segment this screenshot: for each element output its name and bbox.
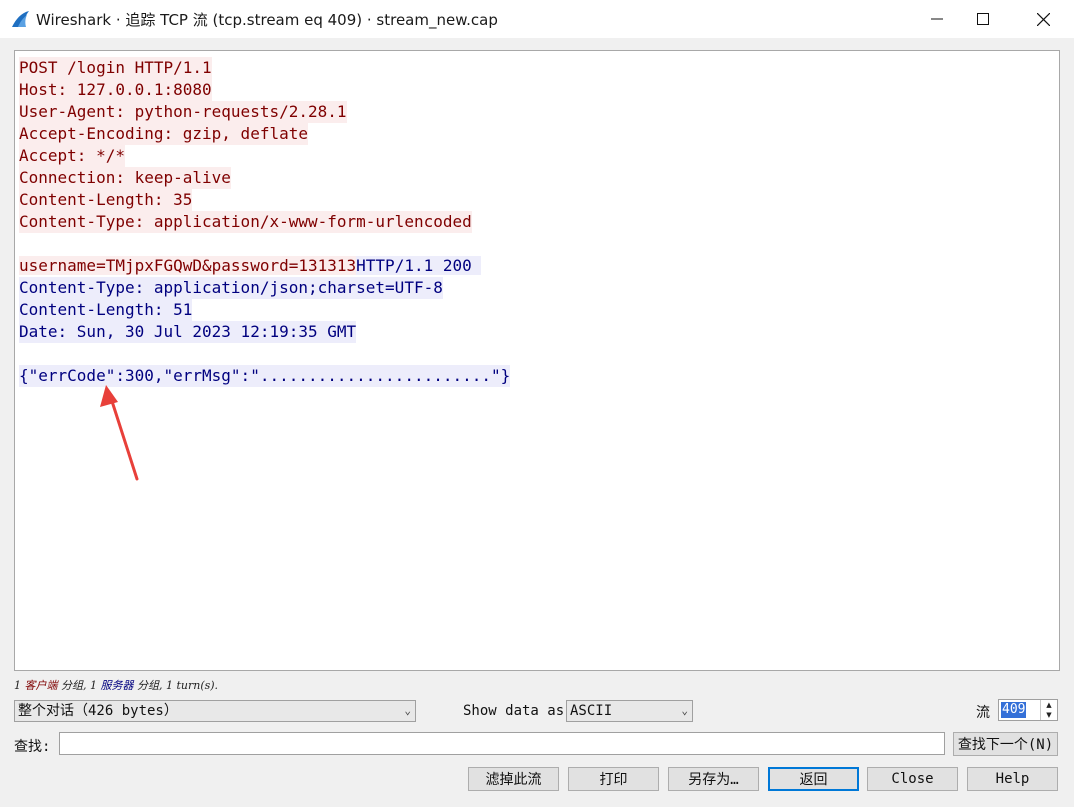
stream-number-spinbox[interactable]: 409 ▲ ▼ (998, 699, 1058, 721)
client-line: Connection: keep-alive (19, 167, 231, 189)
spin-down-icon[interactable]: ▼ (1041, 710, 1057, 720)
chevron-down-icon: ⌄ (681, 704, 688, 717)
client-line: Host: 127.0.0.1:8080 (19, 79, 212, 101)
chevron-down-icon: ⌄ (404, 704, 411, 717)
close-window-button[interactable] (1020, 0, 1066, 38)
client-line: Content-Type: application/x-www-form-url… (19, 211, 472, 233)
stream-summary: 1 客户端 分组, 1 服务器 分组, 1 turn(s). (14, 679, 219, 692)
find-label: 查找: (14, 739, 51, 755)
server-status-line: HTTP/1.1 200 (356, 256, 482, 275)
minimize-button[interactable] (914, 0, 960, 38)
find-input[interactable] (59, 732, 945, 755)
client-line: Accept: */* (19, 145, 125, 167)
server-line: Content-Length: 51 (19, 299, 193, 321)
server-body: {"errCode":300,"errMsg":"...............… (19, 365, 511, 387)
show-data-select[interactable]: ASCII ⌄ (566, 700, 693, 722)
maximize-icon (977, 13, 989, 25)
help-button[interactable]: Help (967, 767, 1058, 791)
find-next-button[interactable]: 查找下一个(N) (953, 732, 1058, 756)
maximize-button[interactable] (960, 0, 1006, 38)
window-title: Wireshark · 追踪 TCP 流 (tcp.stream eq 409)… (36, 11, 498, 29)
client-body: username=TMjpxFGQwD&password=131313 (19, 256, 357, 275)
client-line: Content-Length: 35 (19, 189, 193, 211)
close-icon (1036, 12, 1050, 26)
mixed-line: username=TMjpxFGQwD&password=131313HTTP/… (19, 255, 482, 277)
conversation-select[interactable]: 整个对话（426 bytes） ⌄ (14, 700, 416, 722)
client-line: POST /login HTTP/1.1 (19, 57, 212, 79)
wireshark-fin-icon (12, 11, 29, 27)
close-button[interactable]: Close (867, 767, 958, 791)
minimize-icon (931, 18, 943, 20)
server-line: Content-Type: application/json;charset=U… (19, 277, 443, 299)
stream-text-area[interactable]: POST /login HTTP/1.1 Host: 127.0.0.1:808… (14, 50, 1060, 671)
stream-label: 流 (976, 705, 990, 721)
server-line: Date: Sun, 30 Jul 2023 12:19:35 GMT (19, 321, 357, 343)
title-bar: Wireshark · 追踪 TCP 流 (tcp.stream eq 409)… (0, 0, 1074, 38)
annotation-arrow-icon (100, 385, 139, 481)
client-line: User-Agent: python-requests/2.28.1 (19, 101, 347, 123)
save-as-button[interactable]: 另存为… (668, 767, 759, 791)
spin-up-icon[interactable]: ▲ (1041, 700, 1057, 710)
server-label: 服务器 (100, 679, 134, 692)
stream-number-value: 409 (1001, 702, 1027, 718)
client-label: 客户端 (24, 679, 58, 692)
show-data-label: Show data as (463, 703, 565, 719)
client-line: Accept-Encoding: gzip, deflate (19, 123, 308, 145)
filter-out-button[interactable]: 滤掉此流 (468, 767, 559, 791)
back-button[interactable]: 返回 (768, 767, 859, 791)
print-button[interactable]: 打印 (568, 767, 659, 791)
